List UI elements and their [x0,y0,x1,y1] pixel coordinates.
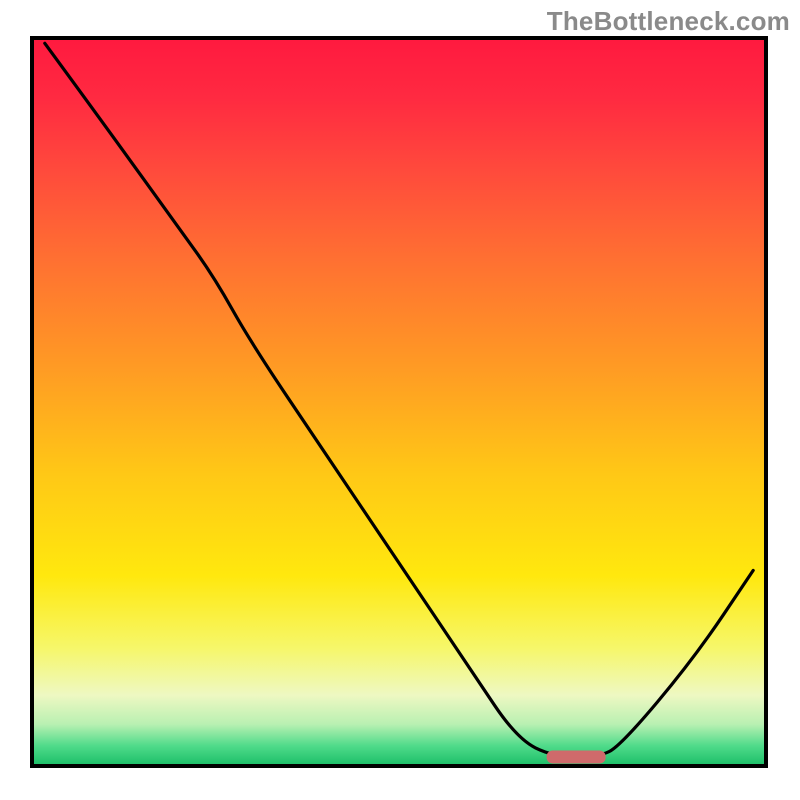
chart-background-gradient [34,40,764,764]
chart-canvas [0,0,800,800]
optimum-marker [547,751,606,764]
watermark-text: TheBottleneck.com [547,6,790,37]
